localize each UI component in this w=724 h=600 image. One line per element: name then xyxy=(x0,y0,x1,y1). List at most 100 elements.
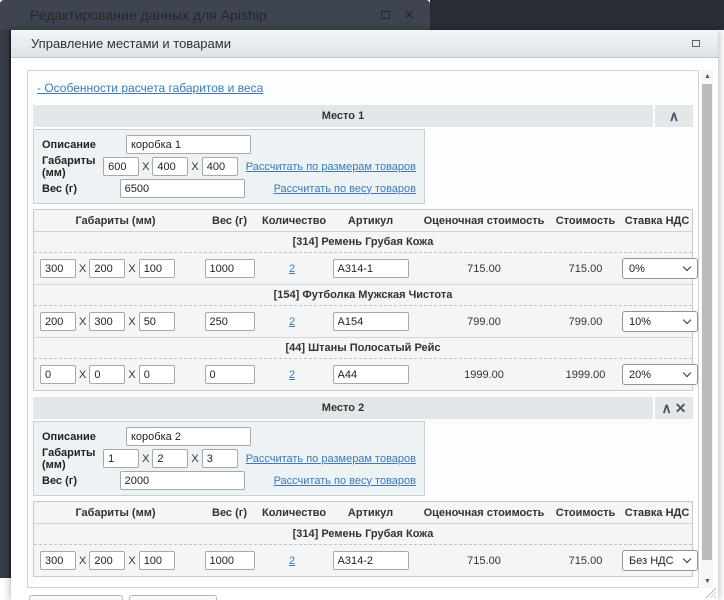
sku-input[interactable] xyxy=(333,259,409,278)
back-window-title: Редактирование данных для Apiship xyxy=(30,7,267,23)
close-icon[interactable]: ✕ xyxy=(404,9,414,21)
screen: Редактирование данных для Apiship ✕ Упра… xyxy=(0,0,724,600)
resize-handle[interactable] xyxy=(705,587,716,598)
chevron-down-icon xyxy=(683,316,691,324)
place-1-header: Место 1 ∧ xyxy=(33,105,693,127)
calc-by-weight-link[interactable]: Рассчитать по весу товаров xyxy=(274,183,416,195)
item-dim-length-input[interactable] xyxy=(40,365,76,384)
item-group-title: [314] Ремень Грубая Кожа xyxy=(34,232,692,252)
dim-separator: X xyxy=(79,263,86,275)
back-window-edge xyxy=(0,30,11,578)
calc-by-size-link[interactable]: Рассчитать по размерам товаров xyxy=(246,161,416,173)
item-weight-input[interactable] xyxy=(205,551,255,570)
dimensions-row: Габариты (мм) X X Рассчитать по размерам… xyxy=(42,156,416,177)
col-header-vat: Ставка НДС xyxy=(622,215,692,227)
item-dim-height-input[interactable] xyxy=(139,312,175,331)
item-dim-width-input[interactable] xyxy=(89,259,125,278)
item-dim-width-input[interactable] xyxy=(89,312,125,331)
col-header-weight: Вес (г) xyxy=(197,215,262,227)
col-header-sku: Артикул xyxy=(322,215,419,227)
calc-by-weight-link[interactable]: Рассчитать по весу товаров xyxy=(274,475,416,487)
place-1-collapse-button[interactable]: ∧ xyxy=(655,105,693,127)
scroll-up-icon[interactable]: ▲ xyxy=(701,70,714,83)
dim-separator: X xyxy=(128,263,135,275)
item-dim-length-input[interactable] xyxy=(40,259,76,278)
place-2-title: Место 2 xyxy=(33,397,653,419)
weight-input[interactable] xyxy=(120,471,245,490)
col-header-sku: Артикул xyxy=(322,507,419,519)
item-row: X X 2 799.00 799.00 xyxy=(34,305,692,337)
vertical-scrollbar[interactable]: ▲ ▼ xyxy=(701,70,713,588)
description-input[interactable] xyxy=(126,135,251,154)
place-2-header: Место 2 ∧ ✕ xyxy=(33,397,693,419)
dim-separator: X xyxy=(191,453,198,465)
sku-input[interactable] xyxy=(333,551,409,570)
dim-width-input[interactable] xyxy=(152,449,188,468)
features-toggle-link[interactable]: - Особенности расчета габаритов и веса xyxy=(37,81,263,95)
dimensions-label: Габариты (мм) xyxy=(42,155,103,179)
item-dim-length-input[interactable] xyxy=(40,312,76,331)
dim-separator: X xyxy=(128,555,135,567)
quantity-link[interactable]: 2 xyxy=(289,263,295,275)
table-header-row: Габариты (мм) Вес (г) Количество Артикул… xyxy=(34,210,692,232)
item-dim-length-input[interactable] xyxy=(40,551,76,570)
restore-icon[interactable] xyxy=(692,40,700,47)
item-weight-input[interactable] xyxy=(205,259,255,278)
collapse-icon[interactable]: ∧ xyxy=(662,401,672,415)
sku-input[interactable] xyxy=(333,312,409,331)
item-weight-input[interactable] xyxy=(205,365,255,384)
save-button[interactable]: Сохранить xyxy=(29,595,123,600)
place-1-items-table: Габариты (мм) Вес (г) Количество Артикул… xyxy=(33,209,693,391)
col-header-cost: Стоимость xyxy=(549,507,622,519)
description-label: Описание xyxy=(42,139,126,151)
item-group-title: [154] Футболка Мужская Чистота xyxy=(34,285,692,305)
place-2-actions: ∧ ✕ xyxy=(655,397,693,419)
item-row: X X 2 1999.00 1999.00 xyxy=(34,358,692,390)
dim-separator: X xyxy=(79,316,86,328)
quantity-link[interactable]: 2 xyxy=(289,369,295,381)
vat-select[interactable]: Без НДС xyxy=(622,550,698,571)
weight-input[interactable] xyxy=(120,179,245,198)
maximize-icon[interactable] xyxy=(381,11,390,19)
item-weight-input[interactable] xyxy=(205,312,255,331)
vat-select[interactable]: 0% xyxy=(622,258,698,279)
estimated-value: 715.00 xyxy=(419,555,549,567)
dim-length-input[interactable] xyxy=(103,449,139,468)
place-1-fields: Описание Габариты (мм) X X xyxy=(33,129,425,204)
table-header-row: Габариты (мм) Вес (г) Количество Артикул… xyxy=(34,502,692,524)
item-dim-height-input[interactable] xyxy=(139,259,175,278)
sku-input[interactable] xyxy=(333,365,409,384)
col-header-quantity: Количество xyxy=(262,507,322,519)
item-dim-width-input[interactable] xyxy=(89,365,125,384)
description-input[interactable] xyxy=(126,427,251,446)
item-block: [44] Штаны Полосатый Рейс X X xyxy=(34,337,692,390)
cost-value: 715.00 xyxy=(549,263,622,275)
scroll-thumb[interactable] xyxy=(702,84,712,560)
scroll-down-icon[interactable]: ▼ xyxy=(701,575,714,588)
estimated-value: 799.00 xyxy=(419,316,549,328)
dim-length-input[interactable] xyxy=(103,157,139,176)
place-2-fields: Описание Габариты (мм) X X xyxy=(33,421,425,496)
dim-separator: X xyxy=(79,555,86,567)
dim-height-input[interactable] xyxy=(202,449,238,468)
vat-select[interactable]: 20% xyxy=(622,364,698,385)
weight-label: Вес (г) xyxy=(42,475,120,487)
dim-width-input[interactable] xyxy=(152,157,188,176)
quantity-link[interactable]: 2 xyxy=(289,555,295,567)
calc-by-size-link[interactable]: Рассчитать по размерам товаров xyxy=(246,453,416,465)
item-dim-width-input[interactable] xyxy=(89,551,125,570)
item-dim-height-input[interactable] xyxy=(139,365,175,384)
item-block: [314] Ремень Грубая Кожа X X xyxy=(34,524,692,576)
dim-height-input[interactable] xyxy=(202,157,238,176)
col-header-estimated: Оценочная стоимость xyxy=(419,215,549,227)
dimensions-label: Габариты (мм) xyxy=(42,447,103,471)
quantity-link[interactable]: 2 xyxy=(289,316,295,328)
reset-button[interactable]: Сбросить xyxy=(129,595,217,600)
vat-select[interactable]: 10% xyxy=(622,311,698,332)
place-1-section: Место 1 ∧ Описание Габа xyxy=(33,105,693,391)
modal-content: - Особенности расчета габаритов и веса М… xyxy=(27,70,713,588)
weight-row: Вес (г) Рассчитать по весу товаров xyxy=(42,470,416,491)
item-dim-height-input[interactable] xyxy=(139,551,175,570)
back-window-controls: ✕ xyxy=(381,9,430,21)
delete-place-icon[interactable]: ✕ xyxy=(675,401,687,415)
